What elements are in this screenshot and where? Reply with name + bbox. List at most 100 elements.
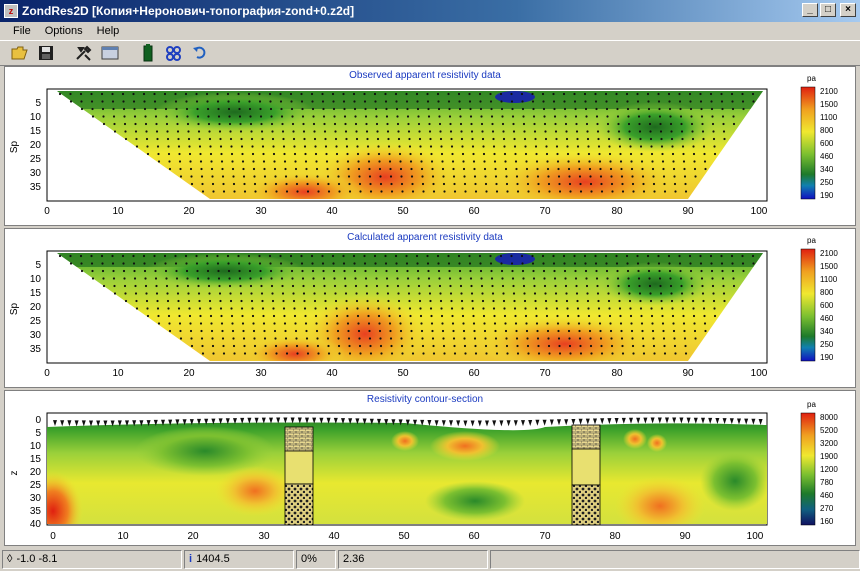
measurement-point: [626, 269, 630, 273]
measurement-point: [668, 107, 672, 111]
measurement-point: [672, 329, 676, 333]
measurement-point: [359, 190, 362, 193]
menu-file[interactable]: File: [6, 22, 38, 40]
measurement-point: [510, 100, 514, 103]
measurement-point: [176, 130, 180, 133]
measurement-point: [389, 329, 392, 333]
measurement-point: [631, 175, 634, 178]
measurement-point: [418, 137, 422, 141]
borehole-left: [284, 426, 314, 526]
measurement-point: [574, 269, 577, 273]
legend-value: 1100: [820, 275, 838, 284]
minimize-button[interactable]: _: [802, 3, 818, 17]
measurement-point: [506, 190, 509, 193]
measurement-point: [617, 292, 621, 295]
measurement-point: [334, 292, 337, 295]
measurement-point: [209, 307, 212, 310]
measurement-point: [586, 299, 590, 303]
measurement-point: [711, 115, 714, 118]
observed-data-plot[interactable]: Observed apparent resistivity data Sp 5 …: [5, 67, 855, 225]
measurement-point: [494, 329, 497, 333]
measurement-point: [408, 307, 412, 310]
tools-icon[interactable]: [74, 43, 94, 63]
measurement-point: [385, 269, 388, 273]
measurement-point: [427, 277, 431, 280]
measurement-point: [442, 344, 446, 348]
measurement-point: [470, 292, 474, 295]
y-tick: 5: [35, 98, 41, 109]
measurement-point: [331, 254, 335, 258]
measurement-point: [217, 277, 221, 280]
measurement-point: [618, 299, 621, 303]
open-folder-icon[interactable]: [10, 43, 30, 63]
measurement-point: [720, 262, 724, 265]
measurement-point: [369, 190, 373, 193]
menu-options[interactable]: Options: [38, 22, 90, 40]
x-tick: 30: [258, 531, 270, 542]
maximize-button[interactable]: □: [820, 3, 836, 17]
measurement-point: [659, 292, 663, 295]
calculated-data-plot[interactable]: Calculated apparent resistivity data Sp …: [5, 229, 855, 387]
measurement-point: [226, 254, 230, 258]
contour-section-plot[interactable]: Resistivity contour-section z 0 5 10 15 …: [5, 391, 855, 545]
measurement-point: [703, 152, 706, 156]
measurement-point: [345, 307, 349, 310]
measurement-point: [415, 254, 419, 258]
measurement-point: [217, 107, 220, 111]
y-axis-label: Sp: [9, 302, 20, 315]
measurement-point: [617, 122, 620, 126]
measurement-point: [346, 160, 350, 163]
measurement-point: [443, 190, 446, 193]
x-tick: 60: [468, 531, 480, 542]
measurement-point: [168, 167, 172, 171]
measurement-point: [369, 344, 372, 348]
measurement-point: [447, 100, 451, 103]
pattern-icon[interactable]: [164, 43, 184, 63]
window-icon[interactable]: [100, 43, 120, 63]
measurement-point: [197, 284, 200, 288]
measurement-point: [448, 115, 452, 118]
measurement-point: [396, 284, 400, 288]
title-bar[interactable]: z ZondRes2D [Копия+Неронович-топография-…: [0, 0, 860, 22]
measurement-point: [578, 175, 582, 178]
measurement-point: [175, 277, 179, 280]
measurement-point: [597, 145, 601, 148]
measurement-point: [306, 352, 310, 355]
measurement-point: [259, 269, 262, 273]
measurement-point: [607, 299, 611, 303]
measurement-point: [605, 262, 608, 265]
measurement-point: [154, 107, 157, 111]
close-button[interactable]: ×: [840, 3, 856, 17]
measurement-point: [176, 122, 179, 126]
measurement-point: [398, 152, 402, 156]
measurement-point: [731, 107, 735, 111]
legend-value: 1200: [820, 465, 838, 474]
undo-icon[interactable]: [190, 43, 210, 63]
save-disk-icon[interactable]: [36, 43, 56, 63]
measurement-point: [722, 292, 726, 295]
measurement-point: [282, 145, 286, 148]
legend-value: 270: [820, 504, 834, 513]
measurement-point: [722, 122, 725, 126]
measurement-point: [536, 167, 539, 171]
measurement-point: [111, 92, 114, 96]
measurement-point: [354, 284, 358, 288]
measurement-point: [354, 115, 357, 118]
menu-help[interactable]: Help: [90, 22, 127, 40]
measurement-point: [640, 160, 644, 163]
measurement-point: [479, 107, 483, 111]
measurement-point: [588, 167, 592, 171]
measurement-point: [274, 175, 277, 178]
measurement-point: [305, 337, 309, 340]
measurement-point: [473, 175, 477, 178]
measurement-point: [482, 152, 486, 156]
measurement-point: [627, 277, 630, 280]
measurement-point: [651, 329, 655, 333]
measurement-point: [416, 100, 419, 103]
measurement-point: [232, 175, 235, 178]
measurement-point: [567, 160, 570, 163]
measurement-point: [389, 175, 393, 178]
measurement-point: [164, 107, 168, 111]
battery-icon[interactable]: [138, 43, 158, 63]
measurement-point: [576, 137, 579, 141]
